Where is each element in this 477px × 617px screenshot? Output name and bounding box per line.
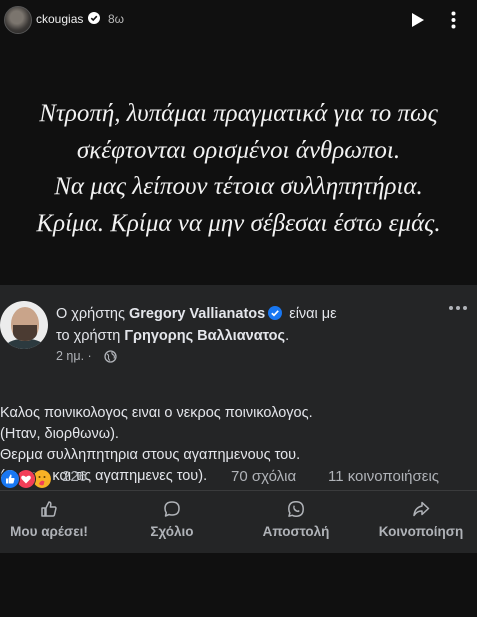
post-author-avatar[interactable]: [0, 301, 48, 349]
post-body-line: Καλος ποινικολογος ειναι ο νεκρος ποινικ…: [0, 405, 313, 421]
story-header: ckougias 8ω: [0, 0, 477, 40]
post-author-name[interactable]: Gregory Vallianatos: [129, 306, 265, 322]
post-time[interactable]: 2 ημ. ·: [56, 349, 92, 363]
story-line: Να μας λείπουν τέτοια συλληπητήρια.: [54, 173, 423, 200]
reaction-count[interactable]: 226: [62, 468, 87, 485]
header-middle: είναι με: [285, 306, 337, 322]
send-button[interactable]: Αποστολή: [250, 498, 342, 546]
thumbs-up-icon: [41, 501, 57, 517]
facebook-post-card: Ο χρήστης Gregory Vallianatos είναι με τ…: [0, 285, 477, 553]
story-line: Ντροπή, λυπάμαι πραγματικά για το πως: [39, 100, 438, 127]
comment-button[interactable]: Σχόλιο: [128, 498, 216, 546]
story-line: σκέφτονται ορισμένοι άνθρωποι.: [76, 136, 401, 164]
verified-icon: [88, 12, 100, 24]
play-icon[interactable]: [411, 12, 425, 28]
comment-icon: [164, 501, 180, 517]
like-reaction-icon: [0, 469, 20, 489]
comment-label: Σχόλιο: [150, 524, 194, 539]
more-icon[interactable]: [451, 11, 456, 29]
header-prefix: Ο χρήστης: [56, 306, 129, 322]
like-button[interactable]: Μου αρέσει!: [0, 498, 98, 546]
whatsapp-icon: [288, 501, 304, 517]
share-icon: [413, 501, 430, 517]
story-caption: Ντροπή, λυπάμαι πραγματικά για το πως σκ…: [0, 96, 477, 242]
divider: [0, 490, 477, 491]
verified-icon: [268, 306, 283, 320]
avatar[interactable]: [4, 6, 32, 34]
post-body-line: (Ηταν, διορθωνω).: [0, 426, 119, 442]
story-username[interactable]: ckougias: [36, 12, 83, 26]
like-label: Μου αρέσει!: [10, 524, 88, 539]
shares-count[interactable]: 11 κοινοποιήσεις: [328, 468, 439, 485]
more-icon[interactable]: [448, 305, 468, 311]
story-time: 8ω: [108, 12, 125, 26]
post-header: Ο χρήστης Gregory Vallianatos είναι με τ…: [56, 303, 406, 347]
header-suffix: .: [285, 328, 290, 344]
globe-icon: [104, 350, 117, 363]
post-body-line: Θερμα συλληπητηρια στους αγαπημενους του…: [0, 447, 301, 463]
header-line2-prefix: το χρήστη: [56, 328, 125, 344]
send-label: Αποστολή: [262, 524, 330, 539]
tagged-user-name[interactable]: Γρηγορης Βαλλιανατος: [124, 328, 285, 344]
comments-count[interactable]: 70 σχόλια: [231, 468, 296, 485]
share-button[interactable]: Κοινοποίηση: [368, 498, 474, 546]
story-line: Κρίμα. Κρίμα να μην σέβεσαι έστω εμάς.: [36, 209, 441, 237]
share-label: Κοινοποίηση: [378, 524, 464, 539]
